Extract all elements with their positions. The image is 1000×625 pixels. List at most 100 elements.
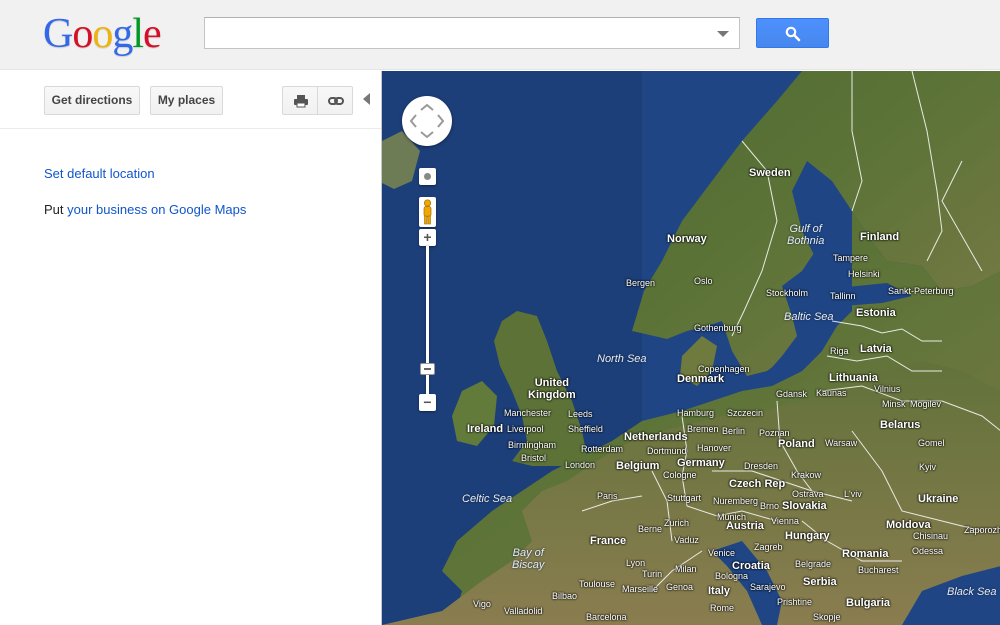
label-sweden: Sweden (749, 167, 791, 179)
label-hanover: Hanover (697, 443, 732, 453)
google-logo[interactable]: Google (43, 10, 162, 58)
map-canvas[interactable]: Sweden Norway Finland Gulf of Bothnia Ta… (381, 71, 1000, 625)
label-bulgaria: Bulgaria (846, 597, 891, 609)
search-input[interactable] (205, 18, 705, 48)
label-black-sea: Black Sea (947, 586, 997, 598)
label-netherlands: Netherlands (624, 431, 688, 443)
my-places-button[interactable]: My places (150, 86, 223, 115)
label-bremen: Bremen (687, 424, 719, 434)
search-box[interactable] (204, 17, 740, 49)
label-gothenburg: Gothenburg (694, 323, 742, 333)
set-default-location-link[interactable]: Set default location (44, 166, 155, 181)
label-estonia: Estonia (856, 307, 896, 319)
logo-letter: l (132, 11, 144, 57)
label-lithuania: Lithuania (829, 372, 878, 384)
chevron-down-icon[interactable] (717, 31, 729, 37)
label-kyiv: Kyiv (919, 462, 937, 472)
label-germany: Germany (677, 457, 725, 469)
search-button[interactable] (756, 18, 829, 48)
label-ukraine: Ukraine (918, 493, 959, 505)
label-chisinau: Chisinau (913, 531, 949, 541)
label-bologna: Bologna (715, 571, 749, 581)
label-bristol: Bristol (521, 453, 547, 463)
label-romania: Romania (842, 548, 889, 560)
label-latvia: Latvia (860, 343, 892, 355)
print-icon (294, 95, 308, 108)
label-szczecin: Szczecin (727, 408, 764, 418)
label-mogilev: Mogilev (910, 399, 942, 409)
label-denmark: Denmark (677, 373, 725, 385)
pegman-icon (423, 199, 432, 225)
label-gdansk: Gdansk (776, 389, 808, 399)
logo-letter: G (43, 11, 73, 57)
label-krakow: Krakow (791, 470, 822, 480)
label-dortmund: Dortmund (647, 446, 687, 456)
label-genoa: Genoa (666, 582, 694, 592)
label-hungary: Hungary (785, 530, 830, 542)
label-lviv: L'viv (844, 489, 862, 499)
default-location-row: Set default location (44, 166, 155, 181)
link-button[interactable] (317, 86, 353, 115)
label-norway: Norway (667, 233, 707, 245)
zoom-slider[interactable]: + − (419, 229, 436, 411)
zoom-in-button[interactable]: + (419, 229, 436, 246)
label-marseille: Marseille (622, 584, 659, 594)
label-bern: Berne (638, 524, 663, 534)
label-zaporozhye: Zaporozhy (964, 525, 1000, 535)
label-italy: Italy (708, 585, 731, 597)
label-tampere: Tampere (833, 253, 869, 263)
label-kaunas: Kaunas (816, 388, 847, 398)
get-directions-button[interactable]: Get directions (44, 86, 140, 115)
pan-control[interactable] (402, 96, 452, 146)
label-north-sea: North Sea (597, 353, 647, 365)
label-st-petersburg: Sankt-Peterburg (888, 286, 954, 296)
label-gomel: Gomel (918, 438, 945, 448)
label-vienna: Vienna (771, 516, 799, 526)
street-view-pegman[interactable] (419, 197, 436, 227)
collapse-panel-icon[interactable] (363, 93, 370, 105)
zoom-thumb[interactable] (420, 363, 435, 375)
label-bergen: Bergen (626, 278, 656, 288)
label-rome: Rome (710, 603, 735, 613)
zoom-out-button[interactable]: − (419, 394, 436, 411)
label-sarajevo: Sarajevo (750, 582, 786, 592)
link-icon (328, 97, 344, 105)
label-dresden: Dresden (744, 461, 779, 471)
magnifier-icon (785, 26, 801, 42)
label-united-kingdom: United Kingdom (528, 377, 576, 401)
label-zurich: Zurich (664, 518, 690, 528)
business-prefix-text: Put (44, 202, 64, 217)
label-nuremberg: Nuremberg (713, 496, 759, 506)
label-riga: Riga (830, 346, 849, 356)
label-minsk: Minsk (882, 399, 906, 409)
label-belarus: Belarus (880, 419, 921, 431)
logo-letter: o (72, 11, 93, 57)
print-button[interactable] (282, 86, 318, 115)
label-leeds: Leeds (568, 409, 593, 419)
label-austria: Austria (726, 520, 764, 532)
label-valladolid: Valladolid (504, 606, 543, 616)
logo-letter: g (112, 11, 133, 57)
label-bilbao: Bilbao (552, 591, 578, 601)
label-czech-rep: Czech Rep (729, 478, 786, 490)
label-zagreb: Zagreb (754, 542, 783, 552)
label-ireland: Ireland (467, 423, 504, 435)
label-tallinn: Tallinn (830, 291, 856, 301)
label-stockholm: Stockholm (766, 288, 809, 298)
pan-arrows-icon (409, 103, 445, 139)
label-gulf-bothnia: Gulf of Bothnia (787, 223, 825, 247)
label-poland: Poland (778, 438, 815, 450)
business-link[interactable]: your business on Google Maps (67, 202, 246, 217)
label-ostrava: Ostrava (792, 489, 824, 499)
logo-letter: e (143, 11, 162, 57)
label-vaduz: Vaduz (674, 535, 699, 545)
side-panel: Get directions My places Set default loc… (0, 71, 381, 625)
label-warsaw: Warsaw (825, 438, 858, 448)
label-stuttgart: Stuttgart (667, 493, 702, 503)
label-hamburg: Hamburg (677, 408, 715, 418)
panel-toolbar: Get directions My places (0, 71, 381, 129)
reset-view-button[interactable] (419, 168, 436, 185)
label-helsinki: Helsinki (848, 269, 880, 279)
logo-letter: o (92, 11, 113, 57)
label-milan: Milan (675, 564, 697, 574)
